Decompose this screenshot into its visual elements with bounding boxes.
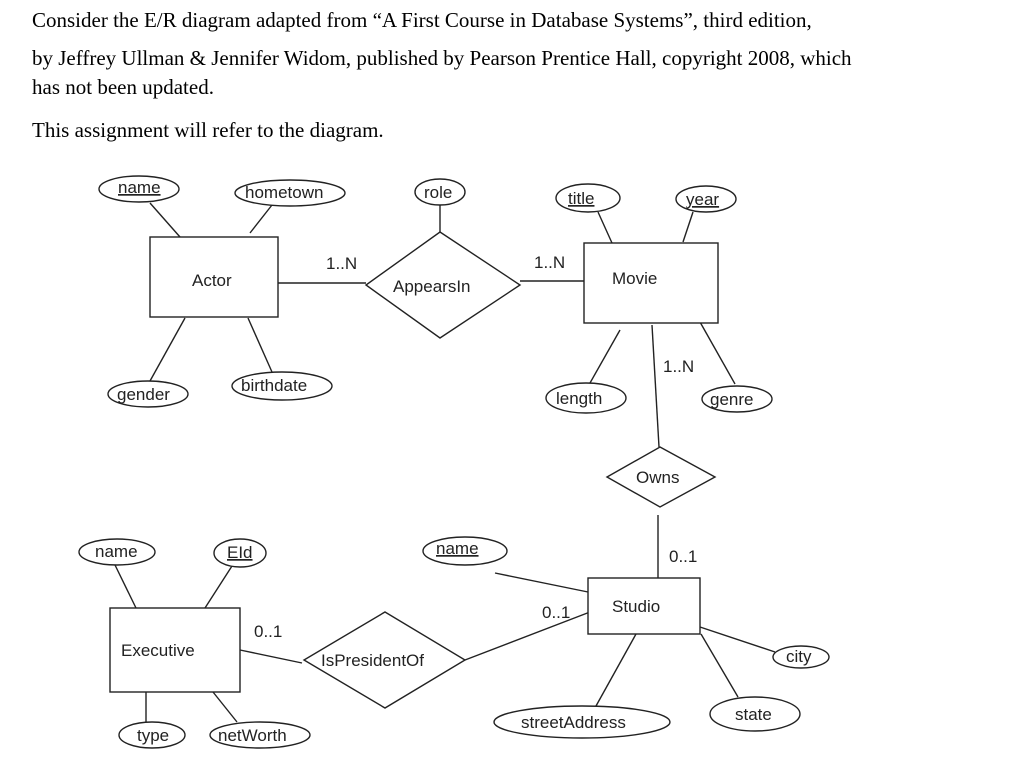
- attribute-executive-eid: EId: [213, 538, 267, 568]
- svg-text:hometown: hometown: [245, 183, 323, 202]
- attribute-actor-name: name: [98, 175, 180, 203]
- attribute-role: role: [414, 178, 466, 206]
- attribute-studio-name: name: [422, 536, 508, 566]
- attribute-studio-street-address: streetAddress: [493, 705, 671, 739]
- svg-text:Movie: Movie: [612, 269, 657, 288]
- attribute-movie-genre: genre: [701, 385, 773, 413]
- attribute-actor-gender: gender: [107, 380, 189, 408]
- entity-actor: Actor: [149, 236, 279, 318]
- svg-text:Studio: Studio: [612, 597, 660, 616]
- svg-text:type: type: [137, 726, 169, 745]
- entity-studio: Studio: [587, 577, 701, 635]
- svg-text:genre: genre: [710, 390, 753, 409]
- svg-text:title: title: [568, 189, 594, 208]
- cardinality-studio-is-president-of: 0..1: [542, 603, 570, 622]
- svg-text:length: length: [556, 389, 602, 408]
- attribute-studio-city: city: [772, 645, 830, 669]
- svg-text:gender: gender: [117, 385, 170, 404]
- cardinality-movie-owns: 1..N: [663, 357, 694, 376]
- cardinality-movie-appears-in: 1..N: [534, 253, 565, 272]
- relationship-appears-in: AppearsIn: [364, 231, 522, 339]
- svg-text:Owns: Owns: [636, 468, 679, 487]
- svg-text:IsPresidentOf: IsPresidentOf: [321, 651, 424, 670]
- relationship-owns: Owns: [605, 446, 717, 508]
- svg-text:AppearsIn: AppearsIn: [393, 277, 471, 296]
- entity-executive: Executive: [109, 607, 241, 693]
- svg-text:birthdate: birthdate: [241, 376, 307, 395]
- attribute-movie-year: year: [675, 185, 737, 213]
- cardinality-executive-is-president-of: 0..1: [254, 622, 282, 641]
- attribute-studio-state: state: [709, 696, 801, 732]
- cardinality-studio-owns: 0..1: [669, 547, 697, 566]
- svg-text:name: name: [436, 539, 479, 558]
- attribute-executive-type: type: [118, 721, 186, 749]
- er-diagram: Actor Movie Studio Executive AppearsIn O…: [78, 175, 830, 749]
- cardinality-actor-appears-in: 1..N: [326, 254, 357, 273]
- svg-text:role: role: [424, 183, 452, 202]
- relationship-is-president-of: IsPresidentOf: [302, 611, 467, 709]
- attribute-executive-name: name: [78, 538, 156, 566]
- svg-text:Actor: Actor: [192, 271, 232, 290]
- svg-text:city: city: [786, 647, 812, 666]
- attribute-executive-net-worth: netWorth: [209, 721, 311, 749]
- attribute-actor-hometown: hometown: [234, 179, 346, 207]
- attribute-movie-title: title: [555, 183, 621, 213]
- svg-text:year: year: [686, 190, 719, 209]
- svg-text:netWorth: netWorth: [218, 726, 287, 745]
- attribute-movie-length: length: [545, 382, 627, 414]
- svg-text:streetAddress: streetAddress: [521, 713, 626, 732]
- svg-text:state: state: [735, 705, 772, 724]
- entity-movie: Movie: [583, 242, 719, 324]
- attribute-actor-birthdate: birthdate: [231, 371, 333, 401]
- svg-text:Executive: Executive: [121, 641, 195, 660]
- svg-text:name: name: [95, 542, 138, 561]
- svg-text:EId: EId: [227, 543, 253, 562]
- svg-text:name: name: [118, 178, 161, 197]
